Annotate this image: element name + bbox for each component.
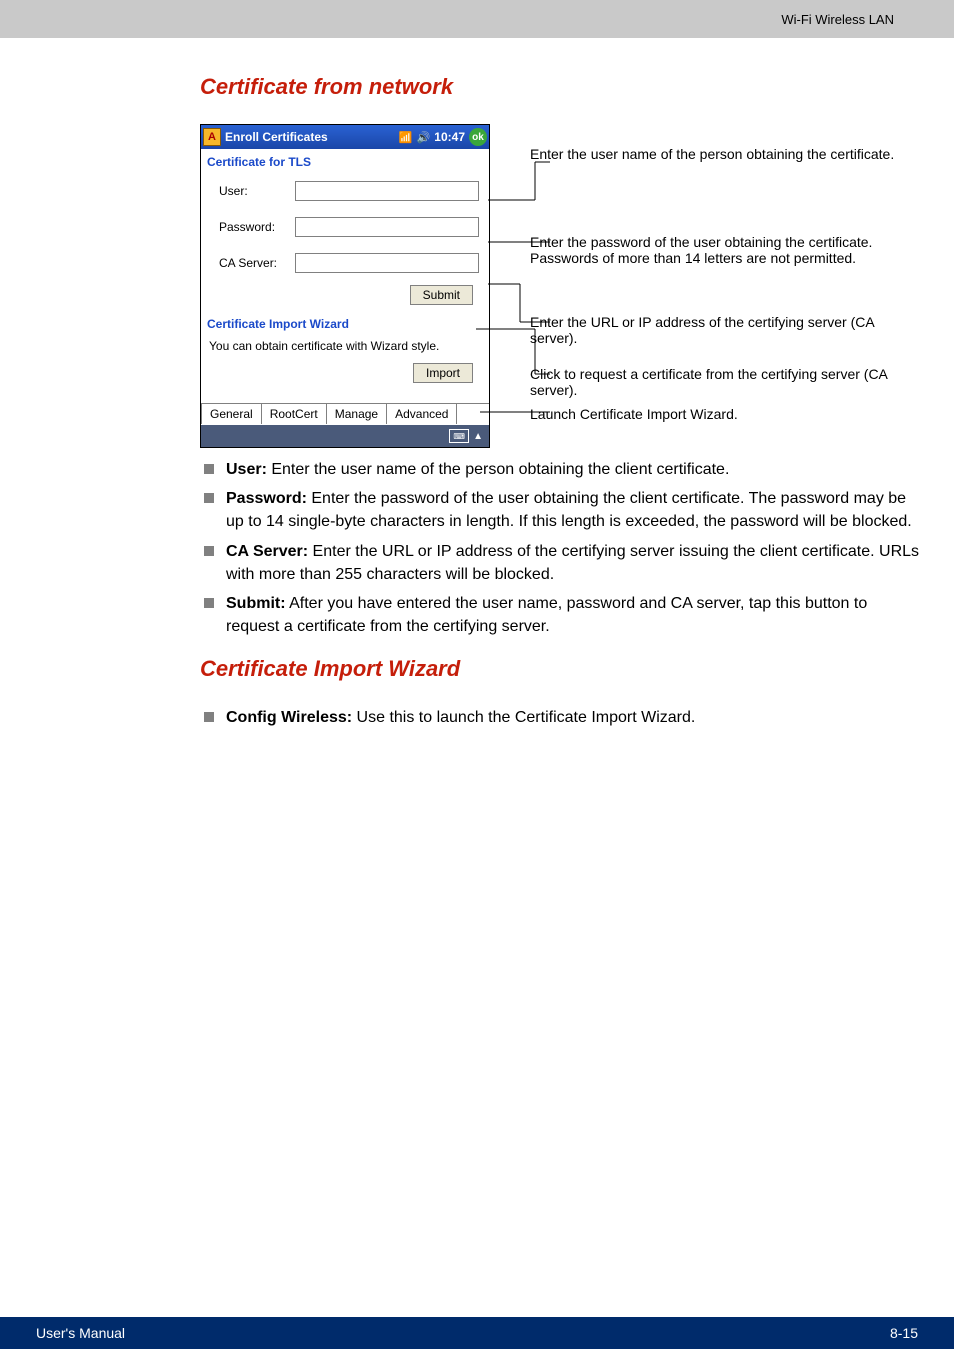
bullet-label: Submit:	[226, 595, 286, 612]
section-title-certificate-import-wizard: Certificate Import Wizard	[200, 656, 922, 682]
bullet-icon	[204, 712, 214, 722]
figure-row: A Enroll Certificates 📶 🔊 10:47 ok Certi…	[200, 124, 922, 448]
bullet-label: CA Server:	[226, 543, 308, 560]
bullet-icon	[204, 598, 214, 608]
page-header: Wi-Fi Wireless LAN	[0, 0, 954, 38]
bullet-text: After you have entered the user name, pa…	[226, 595, 867, 635]
footer-left: User's Manual	[36, 1325, 125, 1341]
list-item: CA Server: Enter the URL or IP address o…	[200, 540, 922, 586]
section-title-certificate-from-network: Certificate from network	[200, 74, 922, 100]
footer-right: 8-15	[890, 1325, 918, 1341]
callout-import: Launch Certificate Import Wizard.	[530, 406, 922, 422]
bullet-icon	[204, 546, 214, 556]
bullet-text: Enter the URL or IP address of the certi…	[226, 543, 919, 583]
callout-ca: Enter the URL or IP address of the certi…	[530, 314, 922, 346]
callout-password: Enter the password of the user obtaining…	[530, 234, 922, 266]
page-footer: User's Manual 8-15	[0, 1317, 954, 1349]
callout-user: Enter the user name of the person obtain…	[530, 146, 922, 162]
list-item: Config Wireless: Use this to launch the …	[200, 706, 922, 729]
bullet-text: Use this to launch the Certificate Impor…	[352, 709, 695, 726]
callout-submit: Click to request a certificate from the …	[530, 366, 922, 398]
header-right-text: Wi-Fi Wireless LAN	[781, 12, 894, 27]
list-item: Submit: After you have entered the user …	[200, 592, 922, 638]
bullet-label: Config Wireless:	[226, 709, 352, 726]
bullet-list-wizard: Config Wireless: Use this to launch the …	[200, 706, 922, 729]
page-content: Certificate from network A Enroll Certif…	[0, 38, 954, 730]
